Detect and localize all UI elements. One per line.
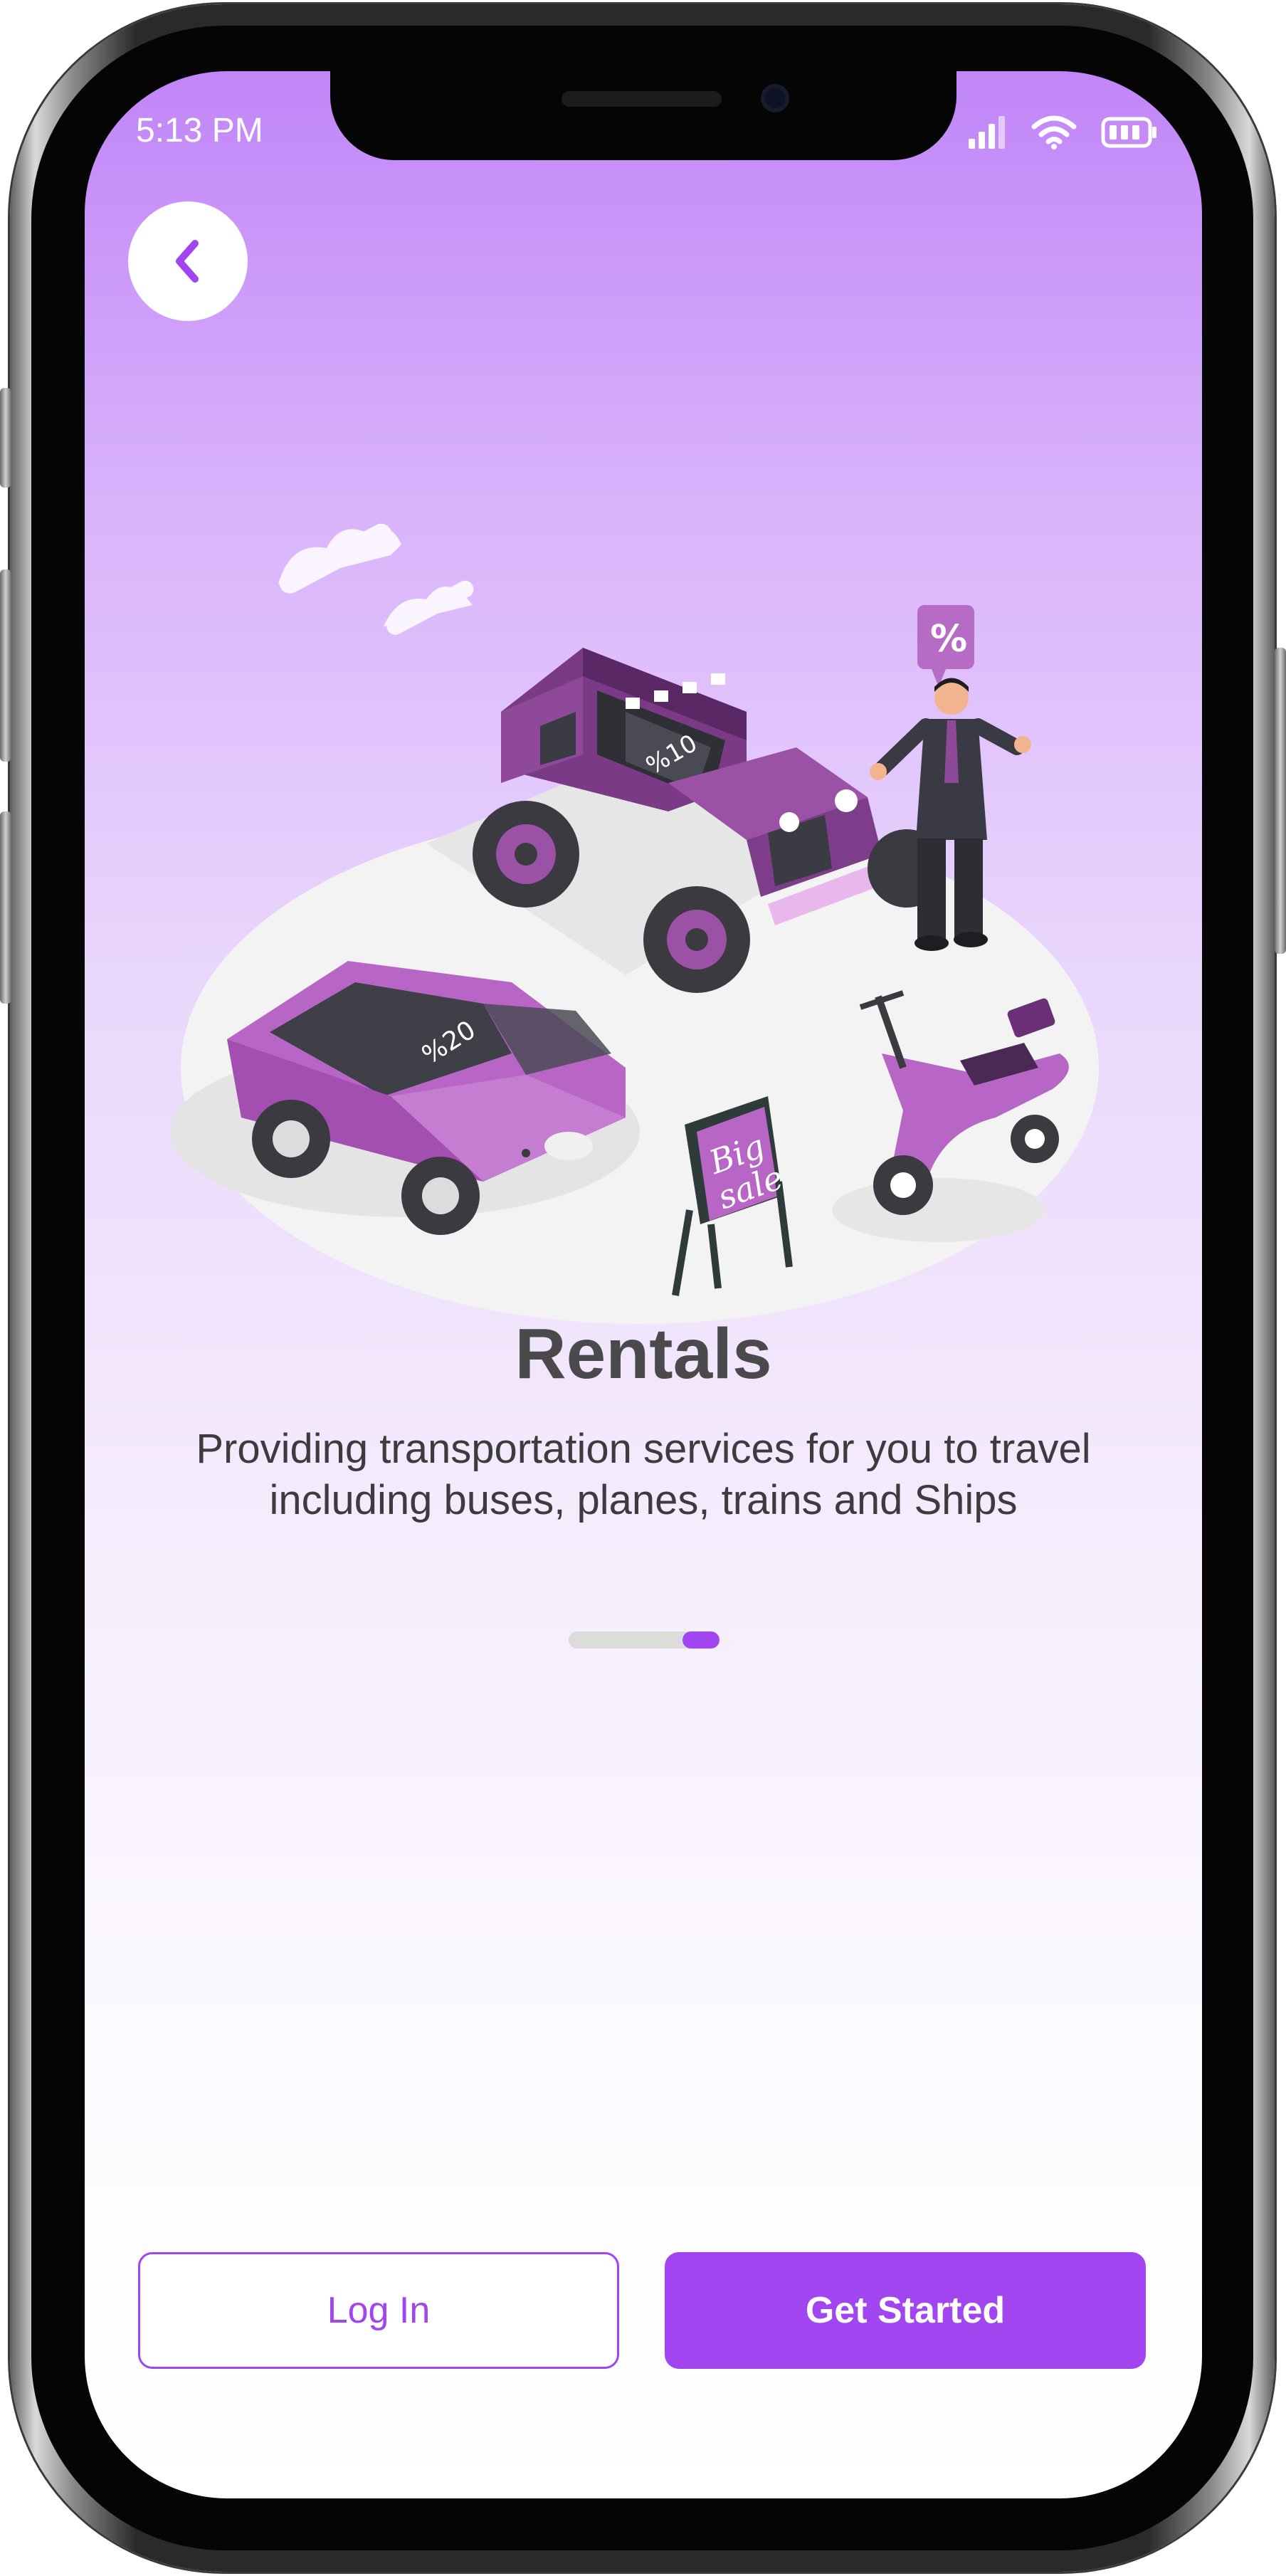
app-screen: 5:13 PM %10 % %20 Big sale Rentals Provi… <box>85 71 1202 2498</box>
back-button[interactable] <box>128 201 248 321</box>
mute-switch <box>0 388 11 488</box>
notch <box>330 71 956 160</box>
rental-vehicles-illustration: %10 % %20 Big sale <box>170 523 1099 1324</box>
battery-icon <box>1101 117 1156 148</box>
page-title: Rentals <box>515 1314 772 1394</box>
power-button <box>1275 648 1286 954</box>
chevron-left-icon <box>176 240 199 283</box>
volume-down-button <box>0 811 11 1004</box>
signal-icon <box>969 116 1005 149</box>
front-camera <box>761 84 789 112</box>
get-started-button[interactable]: Get Started <box>665 2252 1146 2369</box>
earpiece-speaker <box>562 91 722 107</box>
wifi-icon <box>1031 115 1077 149</box>
login-button[interactable]: Log In <box>138 2252 619 2369</box>
volume-up-button <box>0 569 11 762</box>
discount-bubble: % <box>930 618 967 661</box>
page-indicator-active <box>682 1631 720 1649</box>
page-description: Providing transportation services for yo… <box>196 1426 1091 1523</box>
status-icons <box>969 115 1158 149</box>
status-time: 5:13 PM <box>136 112 263 149</box>
clouds <box>278 523 474 635</box>
page-indicator <box>569 1631 720 1649</box>
